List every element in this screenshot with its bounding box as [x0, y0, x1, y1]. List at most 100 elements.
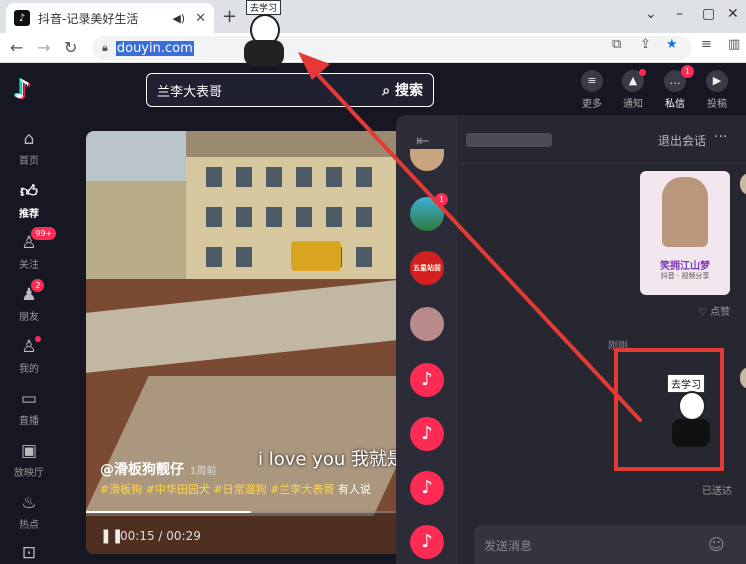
sidebar-item-recommend[interactable]: 👍︎ 推荐 [0, 181, 58, 220]
contact-avatar-douyin-icon[interactable]: ♪ [410, 417, 444, 451]
close-window-icon[interactable]: ✕ [727, 6, 739, 22]
hashtag-list[interactable]: #滑板狗 #中华田园犬 #日常遛狗 #兰李大表哥 [100, 483, 334, 496]
emoji-icon[interactable]: ☺ [708, 535, 725, 554]
sender-avatar[interactable] [740, 367, 746, 389]
video-timer: 00:15 / 00:29 [120, 529, 201, 543]
chat-panel: ⇤ 1 五星站前 ♪ ♪ ♪ ♪ 退出会话 ··· 笑拥江山梦 抖音 · 视频分… [396, 115, 746, 564]
video-tags[interactable]: #滑板狗 #中华田园犬 #日常遛狗 #兰李大表哥 有人说 [100, 481, 371, 497]
video-time-ago: 1周前 [190, 466, 217, 477]
contact-avatar-douyin-icon[interactable]: ♪ [410, 363, 444, 397]
sidebar-item-hot[interactable]: ♨ 热点 [0, 493, 58, 531]
building-window [236, 207, 252, 227]
header-notifications[interactable]: ▲ 通知 [613, 69, 653, 110]
video-progress-fill [86, 511, 252, 513]
live-icon: ▭ [20, 389, 38, 409]
video-controls: ❚❚ 00:15 / 00:29 [86, 511, 406, 554]
new-tab-icon[interactable]: + [222, 6, 237, 27]
building-window [206, 167, 222, 187]
author-name[interactable]: @滑板狗靓仔 [100, 462, 184, 478]
profile-dot [34, 336, 41, 342]
reload-icon[interactable]: ↻ [64, 38, 77, 57]
url-text[interactable]: douyin.com [115, 40, 194, 56]
message-badge: 1 [681, 65, 694, 78]
duration: 00:29 [166, 529, 201, 543]
building-roof [186, 131, 406, 157]
sender-avatar[interactable] [740, 173, 746, 195]
video-building-left [86, 181, 196, 281]
search-bar[interactable]: 兰李大表哥 ⌕ 搜索 [146, 73, 434, 107]
home-icon: ⌂ [23, 129, 35, 149]
sidebar-item-mine[interactable]: ♙ 我的 [0, 336, 58, 375]
sticker-panda-body [672, 419, 710, 447]
lock-icon[interactable]: 🔒︎ [102, 41, 108, 55]
building-window [356, 207, 372, 227]
video-player[interactable]: i love you 我就是 @滑板狗靓仔 1周前 #滑板狗 #中华田园犬 #日常… [86, 131, 406, 554]
video-progress-bar[interactable] [86, 511, 406, 513]
search-button[interactable]: ⌕ 搜索 [382, 80, 423, 100]
building-window [326, 207, 342, 227]
contact-avatar-douyin-icon[interactable]: ♪ [410, 471, 444, 505]
browser-tab[interactable]: ♪ 抖音-记录美好生活 ◀) ✕ [6, 3, 214, 33]
like-button[interactable]: ♡ 点赞 [698, 303, 730, 318]
contact-avatar[interactable]: 1 [410, 193, 448, 231]
floating-panda-body [244, 40, 284, 66]
friends-icon: ♟ 2 [21, 279, 45, 305]
douyin-logo-icon[interactable]: ♪ [14, 75, 31, 105]
menu-icon: ≡ [581, 70, 603, 92]
message-input[interactable]: 发送消息 ☺ [474, 525, 746, 564]
building-window [206, 247, 222, 267]
building-window [266, 167, 282, 187]
follow-icon: ♙ 99+ [21, 227, 57, 253]
browser-tab-bar: ♪ 抖音-记录美好生活 ◀) ✕ + ⌄ – ▢ ✕ [0, 0, 746, 33]
header-messages[interactable]: … 1 私信 [655, 65, 695, 110]
maximize-icon[interactable]: ▢ [702, 6, 715, 22]
header-more[interactable]: ≡ 更多 [572, 70, 612, 110]
contact-avatar-douyin-icon[interactable]: ♪ [410, 525, 444, 559]
bookmark-star-icon[interactable]: ★ [666, 37, 678, 52]
sidebar-item-home[interactable]: ⌂ 首页 [0, 129, 58, 167]
building-window [356, 247, 372, 267]
contact-avatar[interactable] [410, 307, 444, 341]
message-icon: … 1 [664, 65, 694, 92]
video-subtitle: i love you 我就是 [258, 449, 405, 470]
current-time: 00:15 [120, 529, 155, 543]
tab-close-icon[interactable]: ✕ [195, 11, 206, 26]
left-sidebar: ⌂ 首页 👍︎ 推荐 ♙ 99+ 关注 ♟ 2 朋友 ♙ 我的 ▭ 直播 ▣ 放映厅… [0, 115, 58, 564]
floating-sticker: 去学习 [238, 0, 298, 70]
share-icon[interactable]: ⇪ [640, 37, 651, 52]
audio-playing-icon[interactable]: ◀) [172, 12, 185, 25]
friends-badge: 2 [31, 279, 45, 292]
tab-title: 抖音-记录美好生活 [38, 11, 139, 26]
more-options-icon[interactable]: ··· [714, 129, 727, 145]
sidebar-item-live[interactable]: ▭ 直播 [0, 389, 58, 427]
url-omnibox[interactable]: 🔒︎ douyin.com [92, 36, 692, 60]
follow-badge: 99+ [31, 227, 57, 240]
open-external-icon[interactable]: ⧉ [612, 37, 621, 52]
building-window [266, 207, 282, 227]
contact-avatar[interactable] [410, 149, 444, 171]
sidebar-item-friends[interactable]: ♟ 2 朋友 [0, 279, 58, 323]
building-window [356, 167, 372, 187]
card-thumbnail-person [662, 177, 708, 247]
exit-chat-button[interactable]: 退出会话 [658, 132, 706, 149]
side-panel-icon[interactable]: ▥ [728, 37, 740, 52]
collapse-icon[interactable]: ⇤ [416, 131, 429, 150]
header-upload[interactable]: ▶ 投稿 [697, 70, 737, 110]
sidebar-item-game[interactable]: ⊡ [0, 543, 58, 563]
sidebar-item-follow[interactable]: ♙ 99+ 关注 [0, 227, 58, 271]
shared-video-card[interactable]: 笑拥江山梦 抖音 · 视频分享 [640, 171, 730, 295]
building-window [236, 247, 252, 267]
forward-icon[interactable]: → [37, 38, 50, 57]
tv-icon: ▣ [20, 441, 38, 461]
minimize-icon[interactable]: – [676, 6, 683, 22]
back-icon[interactable]: ← [10, 38, 23, 57]
flame-icon: ♨ [21, 493, 37, 513]
reading-list-icon[interactable]: ≡ [701, 37, 712, 52]
chevron-down-icon[interactable]: ⌄ [645, 6, 657, 22]
video-author[interactable]: @滑板狗靓仔 1周前 [100, 459, 216, 479]
sticker-caption: 去学习 [667, 374, 705, 393]
search-input[interactable]: 兰李大表哥 [157, 81, 222, 100]
building-window [296, 167, 312, 187]
sidebar-item-theater[interactable]: ▣ 放映厅 [0, 441, 58, 479]
contact-avatar[interactable]: 五星站前 [410, 251, 444, 285]
